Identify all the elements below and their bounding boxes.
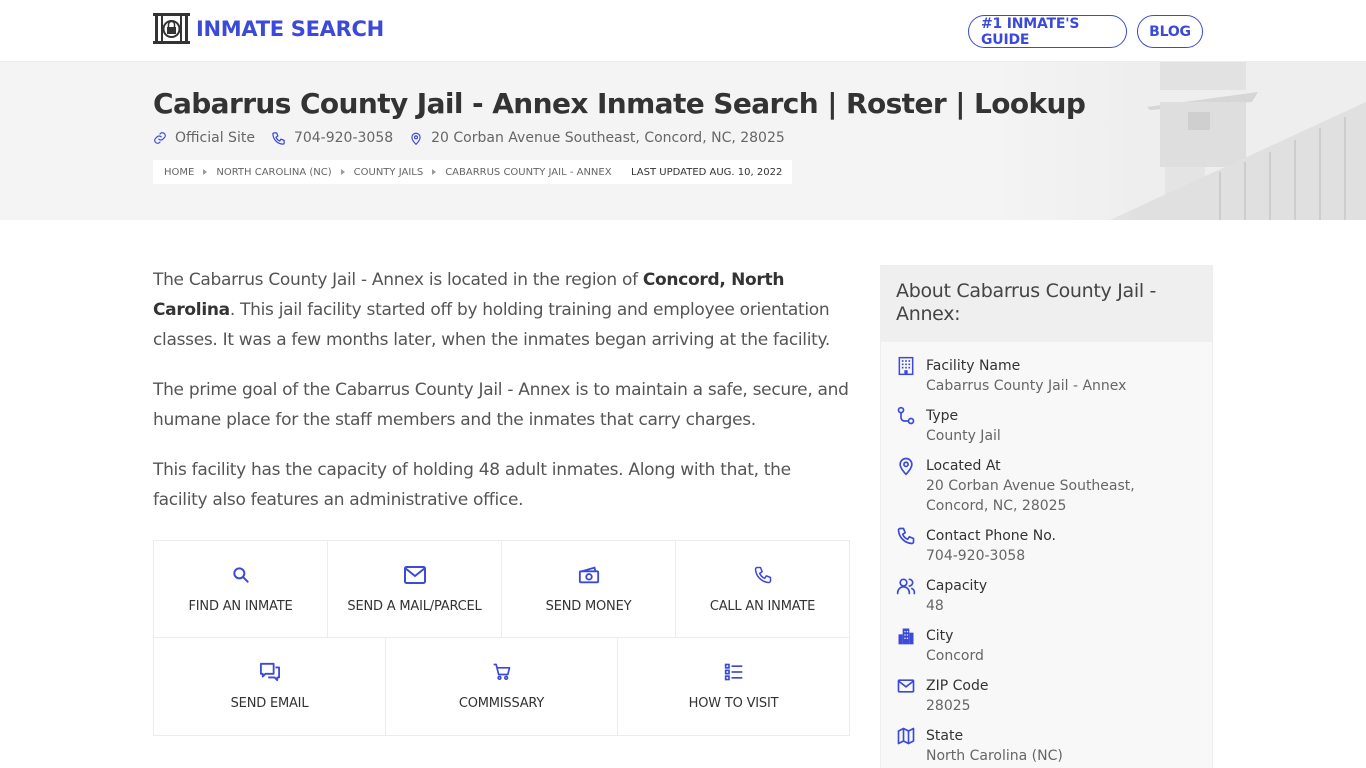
nav-inmates-guide-button[interactable]: #1 INMATE'S GUIDE [968,15,1127,48]
facility-meta: Official Site 704-920-3058 20 Corban Ave… [153,130,801,146]
breadcrumb-county-jails[interactable]: COUNTY JAILS [354,167,424,178]
facility-description: The Cabarrus County Jail - Annex is loca… [153,265,850,535]
info-value: Cabarrus County Jail - Annex [926,378,1127,394]
info-value: Concord [926,648,984,664]
breadcrumb-separator-icon [203,169,208,175]
nav-blog-button[interactable]: BLOG [1137,15,1203,48]
action-label: CALL AN INMATE [709,598,816,614]
phone-link[interactable]: 704-920-3058 [271,130,393,146]
breadcrumb-separator-icon [340,169,345,175]
jail-lock-icon [153,13,190,44]
top-navigation: INMATE SEARCH #1 INMATE'S GUIDE BLOG [0,0,1366,62]
breadcrumb-current[interactable]: CABARRUS COUNTY JAIL - ANNEX [445,167,611,178]
phone-icon [272,131,285,145]
logo-text: INMATE SEARCH [196,16,384,41]
info-contact-phone: Contact Phone No. 704-920-3058 [896,526,1196,566]
find-inmate-button[interactable]: FIND AN INMATE [154,541,328,637]
building-icon [898,356,914,376]
send-mail-button[interactable]: SEND A MAIL/PARCEL [328,541,502,637]
action-label: SEND EMAIL [230,696,309,711]
about-panel-title: About Cabarrus County Jail - Annex: [881,266,1212,342]
cart-icon [493,663,510,680]
phone-icon [897,527,915,545]
description-paragraph: The prime goal of the Cabarrus County Ja… [153,380,849,430]
info-label: ZIP Code [926,678,989,694]
info-value: 28025 [926,698,971,714]
site-logo[interactable]: INMATE SEARCH [153,13,384,44]
info-label: Capacity [926,578,988,594]
official-site-label: Official Site [175,130,255,146]
location-pin-icon [411,132,421,145]
last-updated-badge: LAST UPDATED AUG. 10, 2022 [621,160,793,184]
info-value[interactable]: 704-920-3058 [926,546,1196,566]
mail-icon [403,565,426,584]
info-zip-code: ZIP Code 28025 [896,676,1196,716]
address-link[interactable]: 20 Corban Avenue Southeast, Concord, NC,… [409,130,785,146]
phone-icon [754,566,771,583]
breadcrumb-state[interactable]: NORTH CAROLINA (NC) [216,167,331,178]
route-icon [897,406,915,425]
info-label: City [926,628,954,644]
info-label: State [926,728,964,744]
city-icon [898,628,914,645]
envelope-icon [897,679,915,693]
prison-tower-background-image [990,62,1366,220]
list-icon [724,663,742,681]
action-label: HOW TO VISIT [688,696,779,711]
info-value: North Carolina (NC) [926,748,1063,764]
map-icon [897,727,915,745]
breadcrumb-separator-icon [432,169,437,175]
info-located-at: Located At 20 Corban Avenue Southeast, C… [896,456,1196,516]
users-icon [896,578,916,595]
send-money-button[interactable]: SEND MONEY [502,541,676,637]
action-label: SEND MONEY [545,598,632,614]
location-pin-icon [899,457,913,476]
action-label: FIND AN INMATE [188,598,293,614]
chat-icon [259,662,280,682]
description-paragraph: This facility has the capacity of holdin… [153,460,791,510]
phone-number: 704-920-3058 [293,130,394,146]
info-state: State North Carolina (NC) [896,726,1196,766]
money-icon [578,566,599,583]
about-facility-panel: About Cabarrus County Jail - Annex: Faci… [880,265,1213,768]
info-type: Type County Jail [896,406,1196,446]
info-value: 20 Corban Avenue Southeast, Concord, NC,… [926,478,1135,514]
info-capacity: Capacity 48 [896,576,1196,616]
commissary-button[interactable]: COMMISSARY [386,638,618,735]
info-value: County Jail [926,428,1001,444]
breadcrumb: HOME NORTH CAROLINA (NC) COUNTY JAILS CA… [153,160,623,184]
paragraph-text: . This jail facility started off by hold… [153,300,830,350]
info-city: City Concord [896,626,1196,666]
description-paragraph: The Cabarrus County Jail - Annex is loca… [153,265,850,355]
hero-banner: Cabarrus County Jail - Annex Inmate Sear… [0,62,1366,220]
info-facility-name: Facility Name Cabarrus County Jail - Ann… [896,356,1196,396]
paragraph-text: The Cabarrus County Jail - Annex is loca… [153,270,643,290]
action-label: COMMISSARY [458,696,545,711]
action-grid: FIND AN INMATE SEND A MAIL/PARCEL SEND M… [153,540,850,736]
breadcrumb-home[interactable]: HOME [164,167,194,178]
page-title: Cabarrus County Jail - Annex Inmate Sear… [153,87,1086,120]
info-value: 48 [926,598,944,614]
info-label: Facility Name [926,358,1021,374]
how-to-visit-button[interactable]: HOW TO VISIT [618,638,849,735]
info-label: Located At [926,458,1001,474]
address-text: 20 Corban Avenue Southeast, Concord, NC,… [431,130,785,146]
link-icon [154,132,166,144]
action-label: SEND A MAIL/PARCEL [347,598,482,614]
official-site-link[interactable]: Official Site [153,130,255,146]
info-label: Type [926,408,959,424]
search-icon [232,566,249,583]
call-inmate-button[interactable]: CALL AN INMATE [676,541,849,637]
send-email-button[interactable]: SEND EMAIL [154,638,386,735]
info-label: Contact Phone No. [926,528,1056,544]
